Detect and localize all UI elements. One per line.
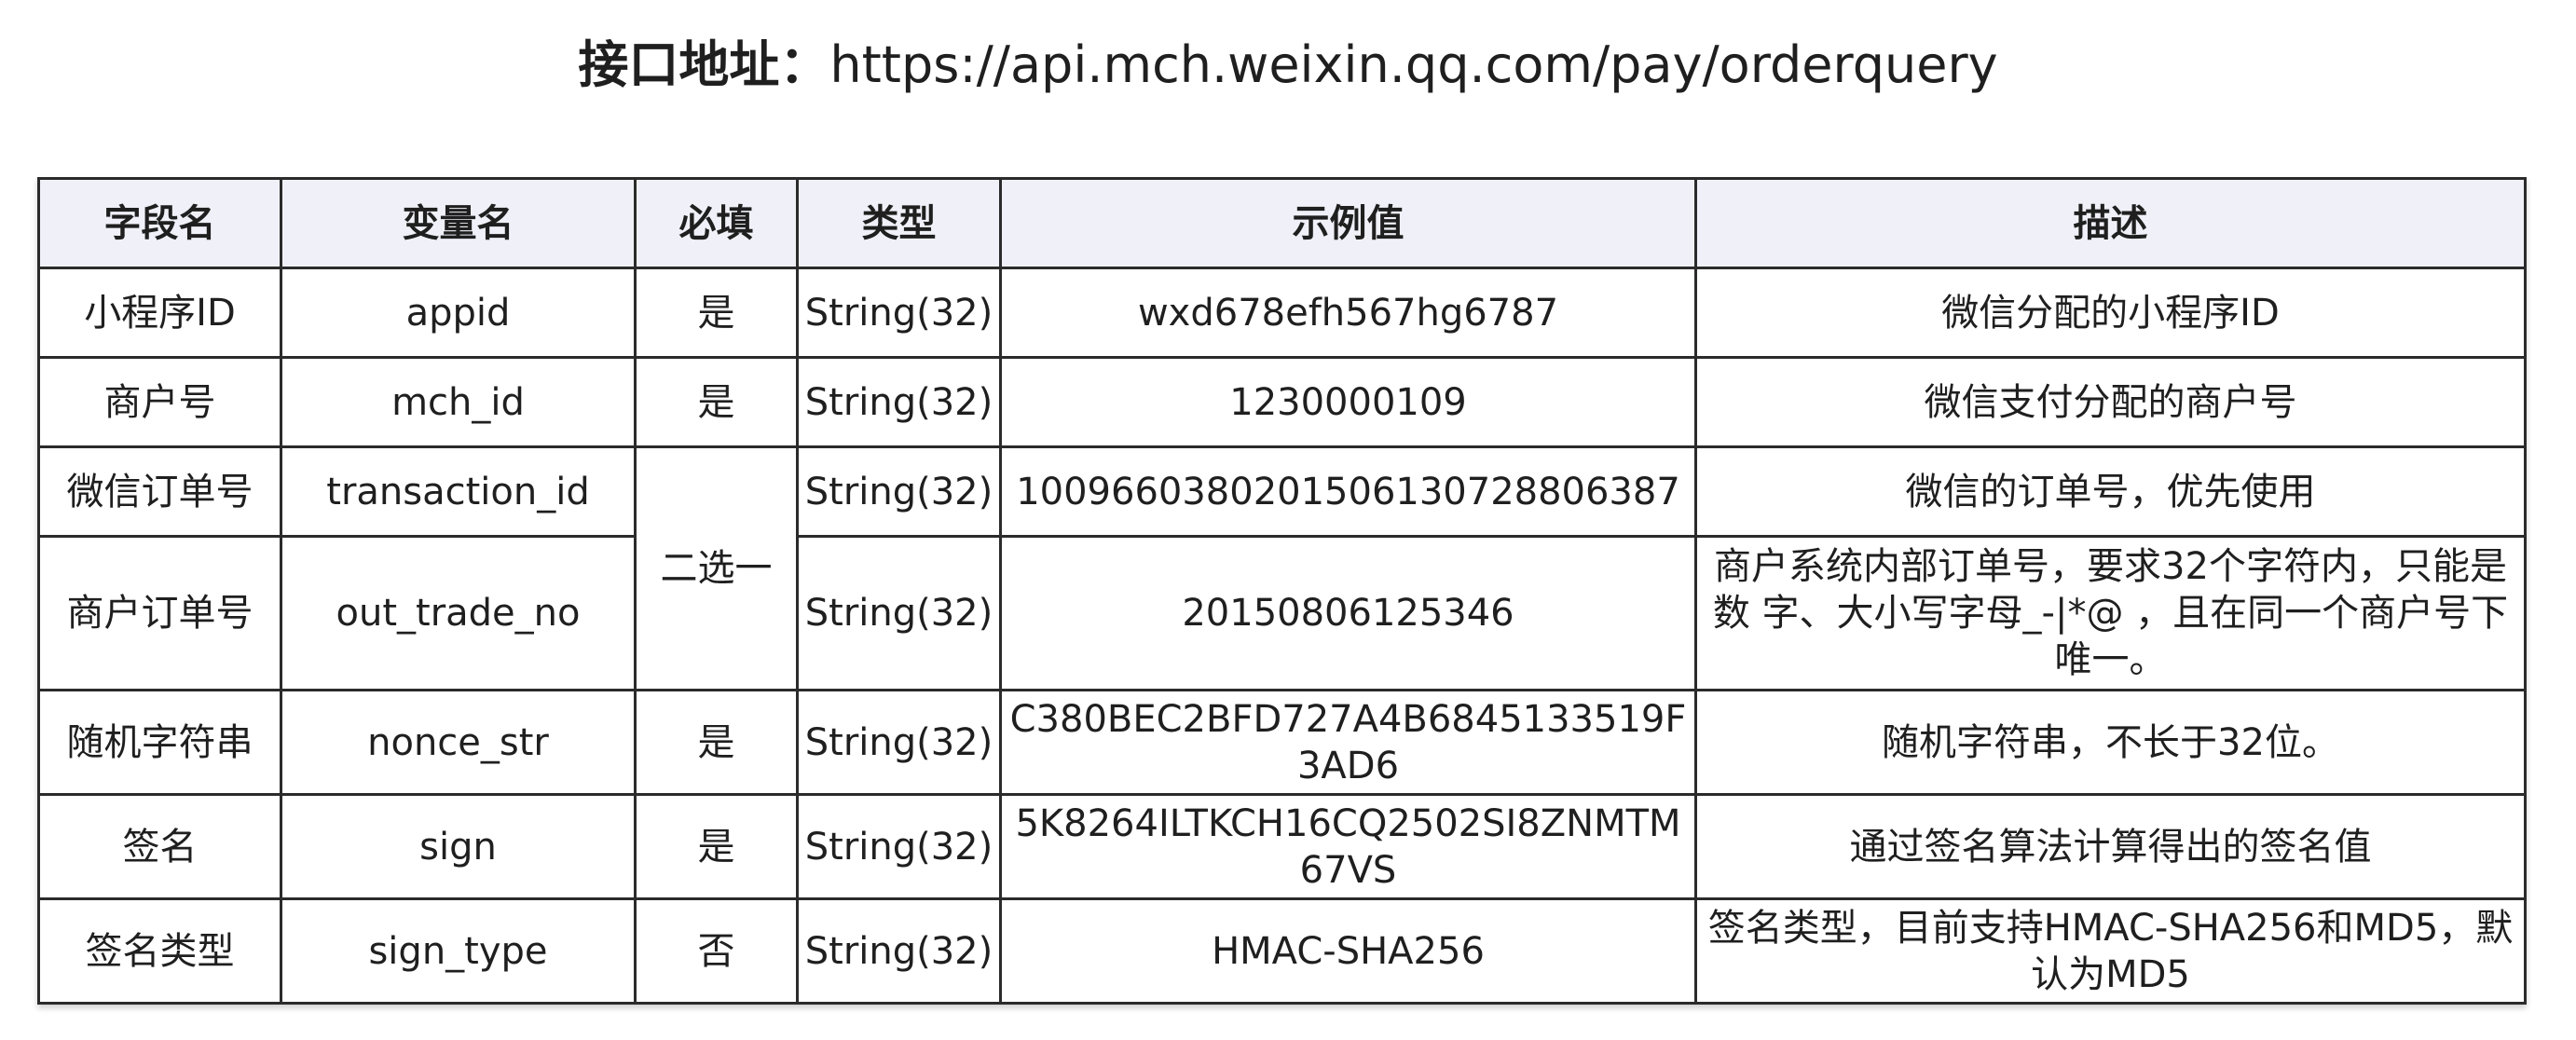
cell-example: 1230000109 bbox=[999, 356, 1697, 448]
page-title: 接口地址：https://api.mch.weixin.qq.com/pay/o… bbox=[0, 28, 2576, 103]
cell-example: 5K8264ILTKCH16CQ2502SI8ZNMTM67VS bbox=[999, 793, 1697, 900]
cell-field: 小程序ID bbox=[37, 267, 282, 359]
cell-type: String(32) bbox=[796, 356, 1002, 448]
header-type: 类型 bbox=[796, 177, 1002, 269]
cell-required: 是 bbox=[634, 356, 799, 448]
table-row: 商户订单号 out_trade_no String(32) 2015080612… bbox=[37, 535, 2527, 691]
cell-variable: sign bbox=[280, 793, 637, 900]
cell-required: 是 bbox=[634, 689, 799, 796]
cell-field: 微信订单号 bbox=[37, 445, 282, 538]
cell-description: 微信支付分配的商户号 bbox=[1694, 356, 2527, 448]
cell-description: 商户系统内部订单号，要求32个字符内，只能是数 字、大小写字母_-|*@ ，且在… bbox=[1694, 535, 2527, 691]
cell-variable: sign_type bbox=[280, 897, 637, 1005]
cell-description: 通过签名算法计算得出的签名值 bbox=[1694, 793, 2527, 900]
cell-required: 是 bbox=[634, 793, 799, 900]
table-row: 小程序ID appid 是 String(32) wxd678efh567hg6… bbox=[37, 267, 2527, 359]
cell-example: C380BEC2BFD727A4B6845133519F3AD6 bbox=[999, 689, 1697, 796]
header-variable-name: 变量名 bbox=[280, 177, 637, 269]
cell-description: 签名类型，目前支持HMAC-SHA256和MD5，默认为MD5 bbox=[1694, 897, 2527, 1005]
table-row: 签名类型 sign_type 否 String(32) HMAC-SHA256 … bbox=[37, 897, 2527, 1005]
cell-description: 微信分配的小程序ID bbox=[1694, 267, 2527, 359]
cell-type: String(32) bbox=[796, 689, 1002, 796]
cell-variable: out_trade_no bbox=[280, 535, 637, 691]
header-example: 示例值 bbox=[999, 177, 1697, 269]
cell-field: 商户号 bbox=[37, 356, 282, 448]
title-label: 接口地址： bbox=[578, 35, 830, 94]
cell-required-merged: 二选一 bbox=[634, 445, 799, 691]
table-row: 微信订单号 transaction_id 二选一 String(32) 1009… bbox=[37, 445, 2527, 691]
cell-type: String(32) bbox=[796, 535, 1002, 691]
cell-variable: transaction_id bbox=[280, 445, 637, 538]
table-row: 商户号 mch_id 是 String(32) 1230000109 微信支付分… bbox=[37, 356, 2527, 448]
cell-field: 随机字符串 bbox=[37, 689, 282, 796]
cell-example: wxd678efh567hg6787 bbox=[999, 267, 1697, 359]
header-field-name: 字段名 bbox=[37, 177, 282, 269]
cell-type: String(32) bbox=[796, 267, 1002, 359]
cell-variable: appid bbox=[280, 267, 637, 359]
cell-description: 随机字符串，不长于32位。 bbox=[1694, 689, 2527, 796]
cell-required: 是 bbox=[634, 267, 799, 359]
cell-type: String(32) bbox=[796, 897, 1002, 1005]
cell-required: 否 bbox=[634, 897, 799, 1005]
cell-description: 微信的订单号，优先使用 bbox=[1694, 445, 2527, 538]
cell-variable: nonce_str bbox=[280, 689, 637, 796]
cell-example: HMAC-SHA256 bbox=[999, 897, 1697, 1005]
table-header-row: 字段名 变量名 必填 类型 示例值 描述 bbox=[37, 177, 2527, 269]
header-required: 必填 bbox=[634, 177, 799, 269]
cell-type: String(32) bbox=[796, 445, 1002, 538]
api-url: https://api.mch.weixin.qq.com/pay/orderq… bbox=[829, 35, 1998, 94]
cell-field: 商户订单号 bbox=[37, 535, 282, 691]
cell-field: 签名 bbox=[37, 793, 282, 900]
header-description: 描述 bbox=[1694, 177, 2527, 269]
table-row: 随机字符串 nonce_str 是 String(32) C380BEC2BFD… bbox=[37, 689, 2527, 796]
parameter-table: 字段名 变量名 必填 类型 示例值 描述 小程序ID appid 是 Strin… bbox=[37, 177, 2527, 1005]
cell-variable: mch_id bbox=[280, 356, 637, 448]
cell-type: String(32) bbox=[796, 793, 1002, 900]
cell-field: 签名类型 bbox=[37, 897, 282, 1005]
table-row: 签名 sign 是 String(32) 5K8264ILTKCH16CQ250… bbox=[37, 793, 2527, 900]
cell-example: 20150806125346 bbox=[999, 535, 1697, 691]
cell-example: 1009660380201506130728806387 bbox=[999, 445, 1697, 538]
